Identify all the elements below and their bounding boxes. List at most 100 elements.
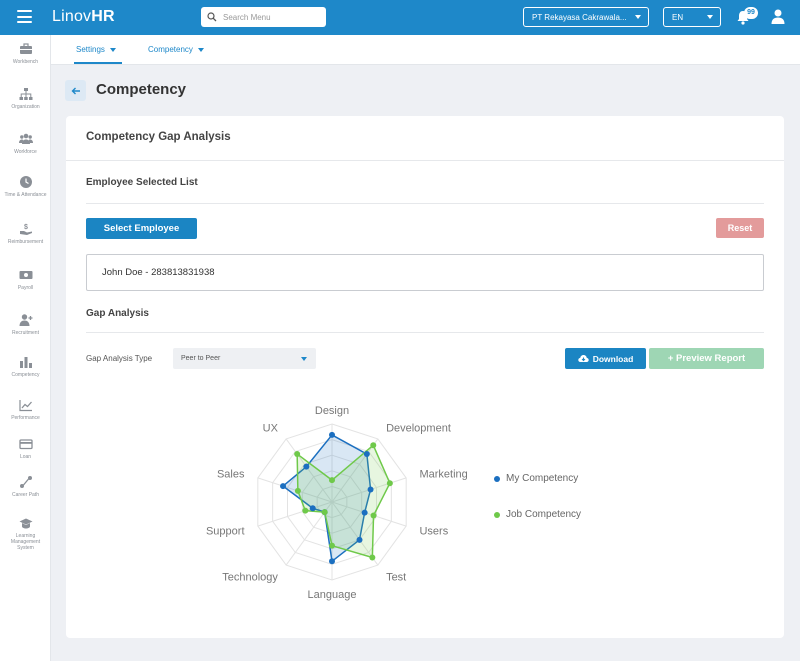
- sub-navigation: Settings Competency: [51, 35, 800, 65]
- sidebar-item-label: Recruitment: [12, 330, 39, 336]
- language-select[interactable]: EN: [663, 7, 721, 27]
- legend-label: My Competency: [506, 473, 579, 484]
- legend-my-competency: My Competency: [494, 473, 578, 484]
- search-box[interactable]: [201, 7, 326, 27]
- legend-marker: [494, 475, 500, 482]
- company-name: PT Rekayasa Cakrawala...: [532, 12, 627, 22]
- sidebar-item-loan[interactable]: Loan: [0, 437, 51, 460]
- radar-axis-label: UX: [263, 423, 279, 435]
- radar-axis-label: Technology: [222, 571, 278, 583]
- credit-card-icon: [18, 439, 33, 450]
- sidebar-item-label: Workforce: [14, 149, 37, 155]
- sidebar-item-label: Organization: [11, 104, 40, 110]
- radar-point: [329, 542, 335, 549]
- radar-axis-label: Support: [206, 525, 245, 537]
- chevron-down-icon: [197, 47, 204, 52]
- radar-point: [294, 487, 301, 494]
- sidebar-item-label: Reimbursement: [7, 239, 44, 245]
- sidebar-item-payroll[interactable]: Payroll: [0, 268, 51, 291]
- radar-axis-label: Language: [308, 589, 357, 601]
- arrow-left-icon: [71, 87, 80, 94]
- sidebar-item-recruitment[interactable]: Recruitment: [0, 313, 51, 336]
- gap-analysis-card: Competency Gap Analysis Employee Selecte…: [66, 116, 784, 638]
- app-logo[interactable]: LinovHR: [52, 8, 115, 26]
- radar-point: [294, 451, 301, 458]
- logo-text: Linov: [52, 8, 92, 25]
- radar-axis-label: Test: [386, 571, 406, 583]
- radar-axis-label: Design: [315, 405, 349, 417]
- radar-axis-label: Marketing: [419, 469, 467, 481]
- chevron-down-icon: [109, 47, 116, 52]
- sidebar-item-performance[interactable]: Performance: [0, 398, 51, 421]
- tab-label: Competency: [148, 45, 193, 54]
- sidebar-item-workforce[interactable]: Workforce: [0, 132, 51, 155]
- legend-marker: [494, 511, 500, 518]
- tab-competency[interactable]: Competency: [148, 45, 204, 54]
- line-chart-icon: [18, 400, 32, 412]
- company-select[interactable]: PT Rekayasa Cakrawala...: [523, 7, 649, 27]
- radar-axis-label: Users: [419, 525, 448, 537]
- sidebar-item-reimbursement[interactable]: $ Reimbursement: [0, 222, 51, 245]
- radar-point: [363, 451, 370, 458]
- sidebar-item-label: Performance: [11, 415, 40, 421]
- career-path-icon: [19, 476, 32, 488]
- sidebar-item-time-attendance[interactable]: Time & Attendance: [0, 175, 51, 198]
- sidebar-item-career-path[interactable]: Career Path: [0, 475, 51, 498]
- tab-label: Settings: [76, 45, 105, 54]
- radar-chart: Design Development Marketing Users Test Langu…: [206, 405, 468, 601]
- active-tab-indicator: [74, 62, 122, 64]
- search-input[interactable]: [223, 12, 318, 22]
- radar-point: [370, 512, 377, 519]
- menu-icon[interactable]: [17, 10, 32, 23]
- radar-point: [361, 509, 368, 516]
- sidebar-item-label: Career Path: [12, 492, 39, 498]
- radar-point: [329, 477, 335, 484]
- top-bar: LinovHR PT Rekayasa Cakrawala... EN 99: [0, 0, 800, 35]
- radar-point: [309, 505, 316, 512]
- radar-axis-label: Sales: [217, 469, 245, 481]
- radar-point: [302, 507, 309, 514]
- chevron-down-icon: [635, 15, 641, 19]
- notification-badge: 99: [744, 7, 758, 19]
- users-icon: [18, 133, 33, 144]
- language-value: EN: [672, 12, 684, 22]
- search-icon: [207, 12, 217, 22]
- sidebar-item-workbench[interactable]: Workbench: [0, 42, 51, 65]
- clock-icon: [19, 176, 32, 188]
- radar-point: [329, 558, 335, 565]
- sidebar: Workbench Organization Workforce Time & …: [0, 35, 51, 661]
- radar-point: [386, 480, 393, 487]
- money-icon: [19, 271, 32, 279]
- sidebar-item-organization[interactable]: Organization: [0, 87, 51, 110]
- user-icon[interactable]: [771, 9, 785, 24]
- tab-settings[interactable]: Settings: [76, 45, 116, 54]
- svg-text:$: $: [24, 224, 28, 231]
- chevron-down-icon: [707, 15, 713, 19]
- sidebar-item-label: Payroll: [17, 285, 34, 291]
- page-title: Competency: [96, 81, 187, 98]
- radar-point: [370, 442, 377, 449]
- sidebar-item-lms[interactable]: Learning Management System: [0, 516, 51, 551]
- radar-point: [321, 509, 328, 516]
- briefcase-icon: [19, 43, 32, 54]
- radar-point: [356, 536, 363, 543]
- radar-point: [369, 554, 376, 561]
- radar-point: [329, 431, 335, 438]
- reimbursement-icon: $: [19, 224, 32, 235]
- radar-point: [367, 486, 374, 493]
- sidebar-item-label: Time & Attendance: [4, 192, 47, 198]
- sidebar-item-label: Loan: [19, 454, 32, 460]
- logo-text-bold: HR: [91, 8, 115, 25]
- legend-job-competency: Job Competency: [494, 509, 581, 520]
- radar-point: [280, 483, 287, 490]
- sidebar-item-label: Competency: [11, 372, 40, 378]
- radar-axis-label: Development: [386, 423, 451, 435]
- graduation-cap-icon: [19, 518, 32, 529]
- radar-point: [303, 463, 310, 470]
- sidebar-item-competency[interactable]: Competency: [0, 355, 51, 378]
- back-button[interactable]: [65, 80, 86, 101]
- sidebar-item-label: Workbench: [12, 59, 39, 65]
- legend-label: Job Competency: [506, 509, 582, 520]
- sidebar-item-label: Learning Management System: [10, 533, 41, 551]
- org-chart-icon: [19, 88, 32, 100]
